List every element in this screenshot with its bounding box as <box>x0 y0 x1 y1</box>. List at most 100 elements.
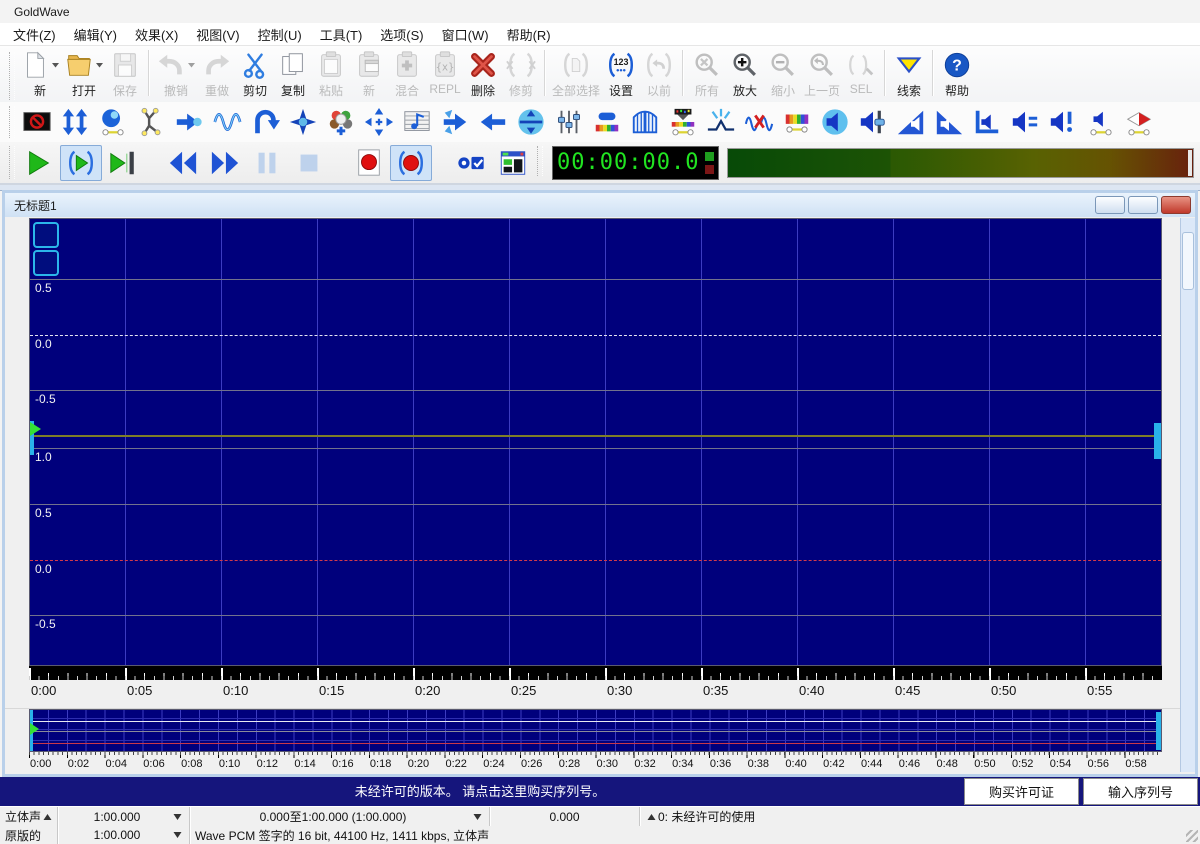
dropdown-arrow-icon[interactable] <box>95 61 104 69</box>
quality-cell[interactable]: 原版的 <box>0 826 58 844</box>
dropdown-arrow-icon[interactable] <box>171 813 184 821</box>
dropdown-arrow-icon[interactable] <box>187 61 196 69</box>
menu-item-4[interactable]: 视图(V) <box>187 22 248 47</box>
overview-strip[interactable] <box>29 709 1162 752</box>
menu-item-2[interactable]: 编辑(Y) <box>65 22 126 47</box>
dropdown-arrow-icon[interactable] <box>51 61 60 69</box>
pitch-note-button[interactable] <box>398 105 436 139</box>
time-ruler-labels[interactable]: 0:000:050:100:150:200:250:300:350:400:45… <box>29 680 1162 702</box>
length-cell[interactable]: 1:00.000 <box>58 807 190 826</box>
spectrum-filter-button[interactable] <box>778 105 816 139</box>
volume-shaper-button[interactable] <box>512 105 550 139</box>
license-message[interactable]: 未经许可的版本。 请点击这里购买序列号。 <box>0 777 960 807</box>
match-volume-button[interactable] <box>968 105 1006 139</box>
fade-out-button[interactable] <box>930 105 968 139</box>
monitor-check-button[interactable] <box>450 145 492 181</box>
toolbar-grip[interactable] <box>9 106 15 138</box>
waveform-area[interactable]: 0.50.0-0.5 1.00.50.0-0.5 <box>29 218 1162 666</box>
enter-serial-button[interactable]: 输入序列号 <box>1083 778 1198 805</box>
volume-fader-button[interactable] <box>854 105 892 139</box>
equalizer-button[interactable] <box>550 105 588 139</box>
shape-volume-button[interactable] <box>1082 105 1120 139</box>
time-ruler-ticks[interactable] <box>29 666 1162 680</box>
time-warp-button[interactable] <box>436 105 474 139</box>
toolbar-grip[interactable] <box>9 52 15 100</box>
new-doc-button[interactable]: 新 <box>18 48 62 100</box>
selection-height-button[interactable] <box>33 250 59 276</box>
control-properties-button[interactable] <box>492 145 534 181</box>
overview-ruler[interactable]: 0:000:020:040:060:080:100:120:140:160:18… <box>29 752 1162 772</box>
overview-right-handle[interactable] <box>1156 712 1161 750</box>
minimize-button[interactable] <box>1062 0 1108 23</box>
delete-x-button[interactable]: 删除 <box>464 48 502 100</box>
fast-forward-button[interactable] <box>204 145 246 181</box>
length2-cell[interactable]: 1:00.000 <box>58 826 190 844</box>
channel-divider[interactable] <box>30 435 1161 437</box>
play-selection-button[interactable] <box>60 145 102 181</box>
cue-drop-button[interactable]: 线索 <box>890 48 928 100</box>
menu-item-8[interactable]: 窗口(W) <box>433 22 498 47</box>
license-status-cell[interactable]: 0: 未经许可的使用 <box>640 807 1200 826</box>
noise-gate-button[interactable] <box>626 105 664 139</box>
record-selection-button[interactable] <box>390 145 432 181</box>
fade-in-button[interactable] <box>892 105 930 139</box>
channel-mixer-button[interactable] <box>1120 105 1158 139</box>
license-banner[interactable]: 未经许可的版本。 请点击这里购买序列号。 购买许可证 输入序列号 <box>0 777 1200 807</box>
help-question-button[interactable]: ?帮助 <box>938 48 976 100</box>
close-button[interactable] <box>1154 0 1200 23</box>
vertical-scrollbar[interactable] <box>1180 218 1195 772</box>
dropdown-arrow-icon[interactable] <box>171 831 184 839</box>
echo-button[interactable] <box>170 105 208 139</box>
selection-cell[interactable]: 0.000至1:00.000 (1:00.000) <box>190 807 490 826</box>
doppler-button[interactable] <box>94 105 132 139</box>
position-cell[interactable]: 0.000 <box>490 807 640 826</box>
toolbar-grip[interactable] <box>537 146 543 176</box>
copy-docs-button[interactable]: 复制 <box>274 48 312 100</box>
play-to-end-button[interactable] <box>102 145 144 181</box>
noise-reduction-button[interactable] <box>664 105 702 139</box>
flanger-button[interactable] <box>208 105 246 139</box>
band-filter-button[interactable] <box>588 105 626 139</box>
menu-item-5[interactable]: 控制(U) <box>249 22 311 47</box>
maximize-button[interactable] <box>1108 0 1154 23</box>
mechanize-button[interactable] <box>284 105 322 139</box>
offset-audio-button[interactable] <box>474 105 512 139</box>
record-button[interactable] <box>348 145 390 181</box>
dropdown-arrow-icon[interactable] <box>471 813 484 821</box>
pitch-arrows-button[interactable] <box>56 105 94 139</box>
doc-minimize-button[interactable] <box>1095 196 1125 214</box>
menu-item-9[interactable]: 帮助(R) <box>498 22 560 47</box>
pop-click-removal-button[interactable] <box>702 105 740 139</box>
reverse-button[interactable] <box>246 105 284 139</box>
playback-volume-button[interactable] <box>816 105 854 139</box>
menu-item-7[interactable]: 选项(S) <box>371 22 432 47</box>
menu-item-3[interactable]: 效果(X) <box>126 22 187 47</box>
play-button[interactable] <box>18 145 60 181</box>
maximize-volume-button[interactable] <box>1006 105 1044 139</box>
play-marker-icon[interactable] <box>30 422 48 436</box>
scrollbar-thumb[interactable] <box>1182 232 1194 290</box>
menu-item-6[interactable]: 工具(T) <box>311 22 372 47</box>
menu-item-1[interactable]: 文件(Z) <box>4 22 65 47</box>
scissors-button[interactable]: 剪切 <box>236 48 274 100</box>
selection-right-handle[interactable] <box>1154 423 1161 459</box>
document-title-bar[interactable]: 无标题1 <box>5 193 1195 218</box>
resize-grip[interactable] <box>1186 830 1198 842</box>
open-folder-button[interactable]: 打开 <box>62 48 106 100</box>
doc-close-button[interactable] <box>1161 196 1191 214</box>
monitor-off-button[interactable] <box>18 105 56 139</box>
overview-play-marker-icon[interactable] <box>30 723 45 735</box>
channel-mode-cell[interactable]: 立体声 <box>0 807 58 826</box>
doc-restore-button[interactable] <box>1128 196 1158 214</box>
compressor-expander-button[interactable] <box>360 105 398 139</box>
selection-width-button[interactable] <box>33 222 59 248</box>
buy-license-button[interactable]: 购买许可证 <box>964 778 1079 805</box>
expression-evaluator-button[interactable] <box>132 105 170 139</box>
interpolate-noise-button[interactable] <box>322 105 360 139</box>
rewind-button[interactable] <box>162 145 204 181</box>
silence-reduction-button[interactable] <box>740 105 778 139</box>
zoom-in-button[interactable]: 放大 <box>726 48 764 100</box>
set-marker-123-button[interactable]: 123•••设置 <box>602 48 640 100</box>
toolbar-grip[interactable] <box>9 146 15 179</box>
loudness-button[interactable] <box>1044 105 1082 139</box>
